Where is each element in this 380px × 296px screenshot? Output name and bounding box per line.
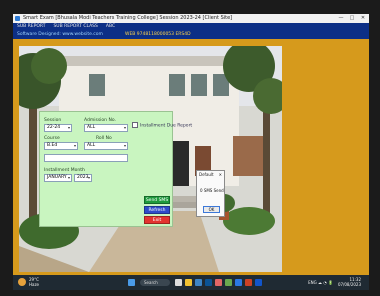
course-value: B.Ed [47,143,58,148]
send-sms-button[interactable]: Send SMS [144,196,170,204]
windows-start-icon[interactable] [128,279,135,286]
close-icon[interactable]: ✕ [219,172,222,177]
app-icon-orange[interactable] [245,279,252,286]
chevron-down-icon: ▾ [67,175,70,180]
menu-item-abc[interactable]: ABC [106,23,115,31]
clock-date: 07/08/2023 [337,282,361,287]
year-select[interactable]: 2023 ▾ [74,174,92,182]
installment-due-checkbox[interactable]: Installment Due Report [132,122,192,129]
sms-report-form: Session 22-24 ▾ Admission No. ALL ▾ Inst… [39,111,192,227]
checkbox-icon [132,122,138,128]
edge-browser-icon[interactable] [235,279,242,286]
app-icon-dark-blue[interactable] [205,279,212,286]
admission-value: ALL [87,125,96,130]
rollno-label: Roll No [96,136,112,141]
app-icon [15,16,20,21]
ok-button[interactable]: OK [203,206,220,213]
monitor-frame: Smart Exam [Bhusala Modi Teachers Traini… [0,0,380,296]
dialog-message: 0 SMS Send [200,188,224,193]
menu-item-sub-report[interactable]: SUB REPORT [17,23,45,31]
course-label: Course [44,136,60,141]
weather-icon[interactable] [18,278,26,286]
app-icon-navy[interactable] [255,279,262,286]
window-controls: — □ ✕ [337,14,367,23]
taskbar: 29°C Haze Search ENG ☁ ◔ 🔋 11:32 07/08/2… [13,275,369,290]
window-title: Smart Exam [Bhusala Modi Teachers Traini… [23,15,233,21]
rollno-select[interactable]: ALL ▾ [84,142,128,150]
app-icon-blue[interactable] [195,279,202,286]
chevron-down-icon: ▾ [123,125,126,130]
registration-code: WEB 9748118000053 ERS4D [125,32,191,37]
refresh-button[interactable]: Refresh [144,206,170,214]
taskbar-search[interactable]: Search [140,279,170,286]
session-value: 22-24 [47,125,61,130]
chevron-down-icon: ▾ [123,143,126,148]
chevron-down-icon: ▾ [73,143,76,148]
info-bar: Software Designed: www.website.com WEB 9… [13,31,369,39]
app-background: Session 22-24 ▾ Admission No. ALL ▾ Inst… [13,39,369,275]
chevron-down-icon: ▾ [87,175,90,180]
filter-textbox[interactable] [44,154,128,162]
weather-widget[interactable]: 29°C Haze [29,277,39,287]
month-select[interactable]: JANUARY ▾ [44,174,72,182]
month-value: JANUARY [47,175,67,180]
title-bar: Smart Exam [Bhusala Modi Teachers Traini… [13,14,369,23]
close-button[interactable]: ✕ [359,15,367,22]
clock[interactable]: 11:32 07/08/2023 [338,277,361,287]
year-value: 2023 [77,175,89,180]
task-view-icon[interactable] [175,279,182,286]
session-select[interactable]: 22-24 ▾ [44,124,72,132]
software-credit: Software Designed: www.website.com [17,32,103,37]
app-icon-green[interactable] [225,279,232,286]
admission-select[interactable]: ALL ▾ [84,124,128,132]
menu-item-sub-report-class[interactable]: SUB REPORT CLASS [53,23,97,31]
installment-due-label: Installment Due Report [140,123,193,129]
minimize-button[interactable]: — [337,15,345,22]
message-dialog: Default ✕ 0 SMS Send OK [196,170,225,217]
menu-bar: SUB REPORT SUB REPORT CLASS ABC [13,23,369,31]
installment-month-label: Installment Month [44,168,85,173]
admission-label: Admission No. [84,118,116,123]
app-icon-red[interactable] [215,279,222,286]
file-explorer-icon[interactable] [185,279,192,286]
screen: Smart Exam [Bhusala Modi Teachers Traini… [13,14,369,290]
dialog-title: Default [199,172,214,177]
system-tray[interactable]: ENG ☁ ◔ 🔋 [308,280,333,285]
chevron-down-icon: ▾ [67,125,70,130]
weather-desc: Haze [29,282,40,287]
exit-button[interactable]: Exit [144,216,170,224]
rollno-value: ALL [87,143,96,148]
course-select[interactable]: B.Ed ▾ [44,142,78,150]
maximize-button[interactable]: □ [348,15,356,22]
session-label: Session [44,118,62,123]
